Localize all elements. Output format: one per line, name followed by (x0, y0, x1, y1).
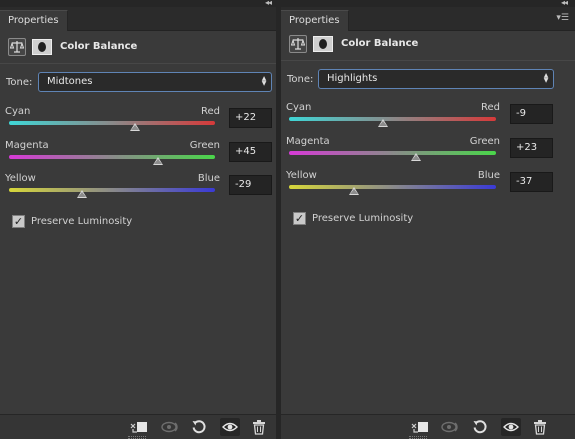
slider-track[interactable] (9, 155, 215, 159)
slider-left-label: Yellow (286, 170, 317, 181)
tab-properties[interactable]: Properties (281, 10, 349, 31)
slider-right-label: Green (469, 136, 500, 147)
tone-label: Tone: (6, 77, 33, 88)
properties-panel-right: ◂◂ Properties ▾☰ Color Balance Tone: Hig… (281, 0, 575, 439)
tab-properties[interactable]: Properties (0, 10, 68, 31)
adjustment-title: Color Balance (341, 38, 419, 49)
slider-right-label: Green (189, 140, 220, 151)
preserve-luminosity-checkbox[interactable]: ✓ (12, 215, 25, 228)
slider-thumb[interactable] (129, 123, 140, 131)
preserve-luminosity-checkbox[interactable]: ✓ (293, 212, 306, 225)
slider-right-label: Blue (197, 173, 220, 184)
slider-row-yellow-blue: Yellow Blue -37 (281, 170, 575, 202)
slider-left-label: Cyan (5, 106, 31, 117)
slider-left-label: Yellow (5, 173, 36, 184)
tab-bar: Properties (0, 7, 276, 31)
dropdown-updown-icon: ▲ ▼ (261, 75, 267, 87)
tone-dropdown[interactable]: Midtones ▲ ▼ (38, 72, 272, 92)
panel-top-strip: ◂◂ (281, 0, 575, 7)
slider-track[interactable] (289, 117, 496, 121)
slider-thumb[interactable] (77, 190, 88, 198)
slider-thumb[interactable] (349, 187, 360, 195)
slider-row-yellow-blue: Yellow Blue -29 (0, 173, 276, 205)
collapse-panel-icon[interactable]: ◂◂ (265, 0, 272, 7)
layer-mask-icon[interactable] (313, 36, 333, 52)
slider-track[interactable] (289, 185, 496, 189)
reset-icon[interactable] (470, 418, 490, 436)
slider-thumb[interactable] (153, 157, 164, 165)
collapse-panel-icon[interactable]: ◂◂ (561, 0, 568, 7)
clip-to-layer-icon[interactable] (410, 418, 430, 436)
tab-bar: Properties ▾☰ (281, 7, 575, 31)
preserve-luminosity-label: Preserve Luminosity (312, 213, 414, 224)
header-separator (281, 60, 575, 61)
slider-thumb[interactable] (378, 119, 389, 127)
panel-top-strip: ◂◂ (0, 0, 276, 7)
panel-footer (281, 414, 575, 439)
slider-value-input[interactable]: -37 (510, 172, 553, 192)
slider-value-input[interactable]: +45 (229, 142, 272, 162)
adjustment-title: Color Balance (60, 41, 138, 52)
view-previous-state-icon[interactable] (161, 418, 181, 436)
slider-track[interactable] (9, 188, 215, 192)
slider-left-label: Magenta (286, 136, 330, 147)
slider-row-cyan-red: Cyan Red +22 (0, 106, 276, 138)
visibility-eye-icon[interactable] (220, 418, 240, 436)
slider-track[interactable] (289, 151, 496, 155)
properties-panel-left: ◂◂ Properties Color Balance Tone: Midton… (0, 0, 276, 439)
adjustment-header: Color Balance (281, 31, 575, 59)
reset-icon[interactable] (189, 418, 209, 436)
slider-thumb[interactable] (411, 153, 422, 161)
slider-value-input[interactable]: -29 (229, 175, 272, 195)
panel-menu-icon[interactable]: ▾☰ (556, 14, 569, 23)
visibility-eye-icon[interactable] (501, 418, 521, 436)
slider-value-input[interactable]: +22 (229, 108, 272, 128)
trash-icon[interactable] (530, 418, 550, 436)
clip-to-layer-icon[interactable] (129, 418, 149, 436)
tone-dropdown-value: Midtones (47, 76, 93, 87)
slider-left-label: Cyan (286, 102, 312, 113)
preserve-luminosity-label: Preserve Luminosity (31, 216, 133, 227)
slider-row-magenta-green: Magenta Green +23 (281, 136, 575, 168)
scales-icon[interactable] (289, 35, 307, 53)
tone-label: Tone: (287, 74, 314, 85)
tone-dropdown[interactable]: Highlights ▲ ▼ (318, 69, 554, 89)
slider-right-label: Blue (477, 170, 500, 181)
adjustment-header: Color Balance (0, 33, 276, 61)
slider-right-label: Red (481, 102, 500, 113)
header-separator (0, 63, 276, 64)
view-previous-state-icon[interactable] (441, 418, 461, 436)
panel-footer (0, 414, 276, 439)
tone-dropdown-value: Highlights (327, 73, 378, 84)
slider-value-input[interactable]: +23 (510, 138, 553, 158)
slider-value-input[interactable]: -9 (510, 104, 553, 124)
trash-icon[interactable] (249, 418, 269, 436)
slider-right-label: Red (201, 106, 220, 117)
slider-track[interactable] (9, 121, 215, 125)
dropdown-updown-icon: ▲ ▼ (543, 72, 549, 84)
layer-mask-icon[interactable] (32, 39, 52, 55)
slider-row-cyan-red: Cyan Red -9 (281, 102, 575, 134)
scales-icon[interactable] (8, 38, 26, 56)
slider-row-magenta-green: Magenta Green +45 (0, 140, 276, 172)
slider-left-label: Magenta (5, 140, 49, 151)
